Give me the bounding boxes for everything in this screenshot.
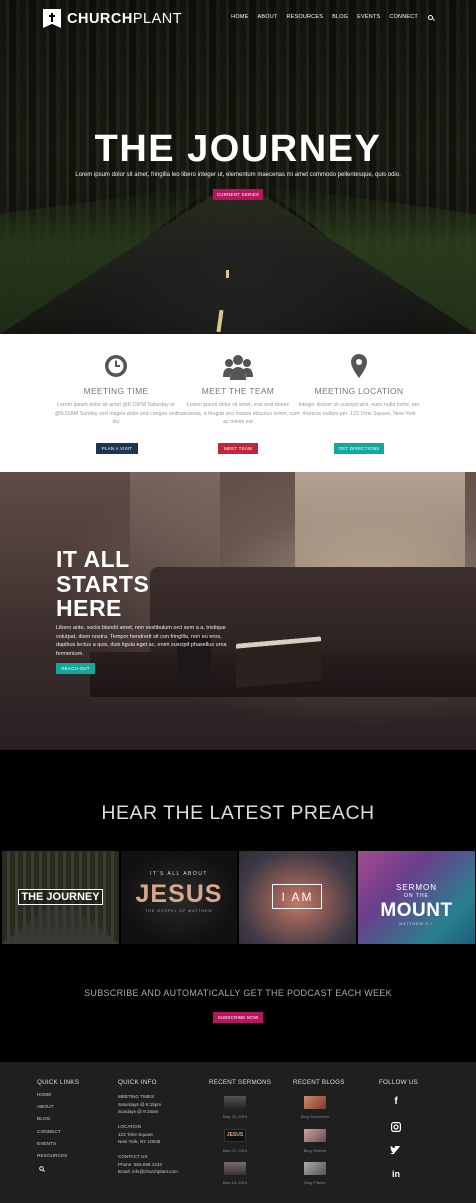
- subscribe-text: SUBSCRIBE AND AUTOMATICALLY GET THE PODC…: [84, 988, 392, 998]
- subscribe-now-button[interactable]: SUBSCRIBE NOW: [213, 1012, 263, 1023]
- info-text: Lorem ipsum dolor sit amet @6:15PM Satur…: [54, 402, 178, 425]
- sermon-small-text: SERMON: [395, 883, 438, 892]
- reach-out-button[interactable]: REACH OUT: [56, 663, 95, 674]
- search-icon[interactable]: [428, 14, 433, 20]
- starts-here-text: Libero ante, sociis blandit amet, non ve…: [56, 625, 227, 657]
- nav-blog[interactable]: BLOG: [332, 14, 348, 20]
- footer-search-icon[interactable]: [39, 1166, 45, 1172]
- preach-title: HEAR THE LATEST PREACH: [101, 802, 375, 824]
- nav-connect[interactable]: CONNECT: [389, 14, 418, 20]
- footer-heading: RECENT SERMONS: [209, 1079, 272, 1086]
- logo-text: CHURCHPLANT: [67, 10, 183, 27]
- footer-heading: FOLLOW US: [379, 1079, 418, 1086]
- starts-here-title: IT ALL STARTS HERE: [56, 546, 150, 621]
- sermon-caption: THE GOSPEL OF MATTHEW: [145, 909, 213, 913]
- sermon-title: JESUS: [135, 880, 223, 908]
- footer-recent-sermons: RECENT SERMONS: [209, 1079, 271, 1086]
- footer-link-connect[interactable]: CONNECT: [37, 1130, 61, 1135]
- footer-heading: QUICK INFO: [118, 1079, 157, 1086]
- nav-home[interactable]: HOME: [231, 14, 248, 20]
- linkedin-icon[interactable]: in: [390, 1169, 402, 1179]
- site-logo[interactable]: CHURCHPLANT: [43, 9, 182, 28]
- facebook-icon[interactable]: f: [390, 1096, 402, 1107]
- recent-sermon-date[interactable]: May 29, 2016: [215, 1114, 255, 1119]
- get-directions-button[interactable]: GET DIRECTIONS: [334, 443, 384, 454]
- sermon-jesus[interactable]: IT'S ALL ABOUT JESUS THE GOSPEL OF MATTH…: [121, 851, 237, 944]
- map-pin-icon: [351, 354, 367, 378]
- top-navigation: CHURCHPLANT HOME ABOUT RESOURCES BLOG EV…: [0, 0, 476, 36]
- main-menu: HOME ABOUT RESOURCES BLOG EVENTS CONNECT: [222, 14, 433, 20]
- instagram-icon[interactable]: [391, 1122, 401, 1132]
- sermon-small-text: IT'S ALL ABOUT: [150, 871, 208, 877]
- recent-sermon-date[interactable]: May 15, 2016: [215, 1180, 255, 1185]
- sermon-title: MOUNT: [380, 900, 453, 921]
- recent-blog-title[interactable]: Blog Sixteen: [295, 1148, 335, 1153]
- recent-sermon-thumb[interactable]: [224, 1096, 246, 1109]
- footer-follow-us: FOLLOW US: [379, 1079, 418, 1086]
- nav-events[interactable]: EVENTS: [357, 14, 380, 20]
- sermon-caption: MATTHEW 5-7: [399, 922, 434, 926]
- footer-quick-info-lines: MEETING TIMES Saturdays @ 6:15pm Sundays…: [118, 1094, 178, 1174]
- recent-blog-thumb[interactable]: [304, 1129, 326, 1142]
- info-text: Integer dictum sit suscipit wisi, nunc n…: [298, 402, 420, 417]
- footer-recent-blogs: RECENT BLOGS: [293, 1079, 345, 1086]
- road-lane-marking: [226, 270, 229, 278]
- sermon-mount[interactable]: SERMON ON THE MOUNT MATTHEW 5-7: [358, 851, 475, 944]
- logo-bookmark-icon: [43, 9, 61, 28]
- footer-quick-links: QUICK LINKS: [37, 1079, 79, 1086]
- footer-quick-info: QUICK INFO: [118, 1079, 157, 1086]
- recent-blog-title[interactable]: Blog Fifteen: [295, 1180, 335, 1185]
- footer-heading: QUICK LINKS: [37, 1079, 80, 1086]
- nav-resources[interactable]: RESOURCES: [286, 14, 323, 20]
- sermon-i-am[interactable]: I AM: [239, 851, 356, 944]
- footer-heading: RECENT BLOGS: [293, 1079, 345, 1086]
- recent-blog-thumb[interactable]: [304, 1162, 326, 1175]
- footer-link-home[interactable]: HOME: [37, 1093, 51, 1098]
- meet-team-button[interactable]: MEET TEAM: [218, 443, 258, 454]
- sermon-the-journey[interactable]: THE JOURNEY: [2, 851, 119, 944]
- current-series-button[interactable]: CURRENT SERIES: [213, 189, 263, 200]
- sermon-title: I AM: [281, 890, 314, 904]
- recent-sermon-thumb[interactable]: JESUS: [224, 1129, 246, 1142]
- footer-link-resources[interactable]: RESOURCES: [37, 1154, 67, 1159]
- nav-about[interactable]: ABOUT: [257, 14, 277, 20]
- footer-link-events[interactable]: EVENTS: [37, 1142, 56, 1147]
- info-text: Lorem ipsum dolor sit amet, erat erat do…: [176, 402, 300, 425]
- team-icon: [223, 355, 253, 380]
- background-book: [236, 636, 321, 688]
- recent-sermon-thumb[interactable]: [224, 1162, 246, 1175]
- clock-icon: [105, 355, 127, 377]
- footer-link-about[interactable]: ABOUT: [37, 1105, 54, 1110]
- info-heading: MEETING LOCATION: [314, 386, 404, 396]
- twitter-icon[interactable]: [390, 1146, 401, 1155]
- sermon-title: THE JOURNEY: [21, 891, 100, 903]
- recent-blog-title[interactable]: Blog Seventeen: [295, 1114, 335, 1119]
- hero-subtitle: Lorem ipsum dolor sit amet, fringilla le…: [75, 172, 401, 178]
- sermon-mid-text: ON THE: [404, 893, 429, 899]
- hero-title: THE JOURNEY: [94, 128, 382, 170]
- footer-link-blog[interactable]: BLOG: [37, 1117, 50, 1122]
- plan-a-visit-button[interactable]: PLAN A VISIT: [96, 443, 138, 454]
- recent-blog-thumb[interactable]: [304, 1096, 326, 1109]
- recent-sermon-date[interactable]: May 22, 2016: [215, 1148, 255, 1153]
